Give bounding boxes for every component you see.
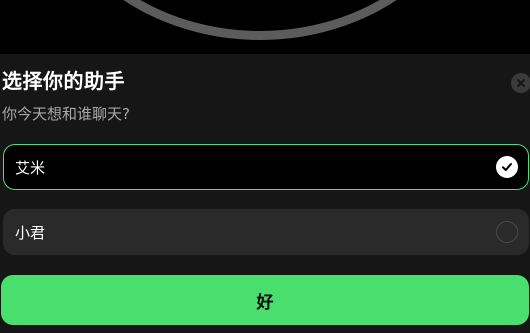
sheet-subtitle: 你今天想和谁聊天? [2, 105, 130, 123]
option-xiaojun[interactable]: 小君 [3, 209, 529, 255]
screen: 选择你的助手 你今天想和谁聊天? 艾米 小君 好 [0, 0, 530, 333]
check-icon [496, 156, 518, 178]
confirm-button[interactable]: 好 [1, 275, 529, 325]
confirm-button-label: 好 [256, 292, 274, 313]
assistant-picker-sheet: 选择你的助手 你今天想和谁聊天? 艾米 小君 好 [0, 54, 530, 333]
option-amy[interactable]: 艾米 [3, 144, 529, 190]
option-label: 艾米 [15, 158, 46, 177]
option-label: 小君 [15, 223, 46, 242]
close-icon [517, 79, 525, 87]
close-button[interactable] [511, 73, 530, 93]
backdrop-ring [40, 0, 480, 40]
sheet-title: 选择你的助手 [2, 69, 125, 93]
radio-empty-icon [496, 221, 518, 243]
